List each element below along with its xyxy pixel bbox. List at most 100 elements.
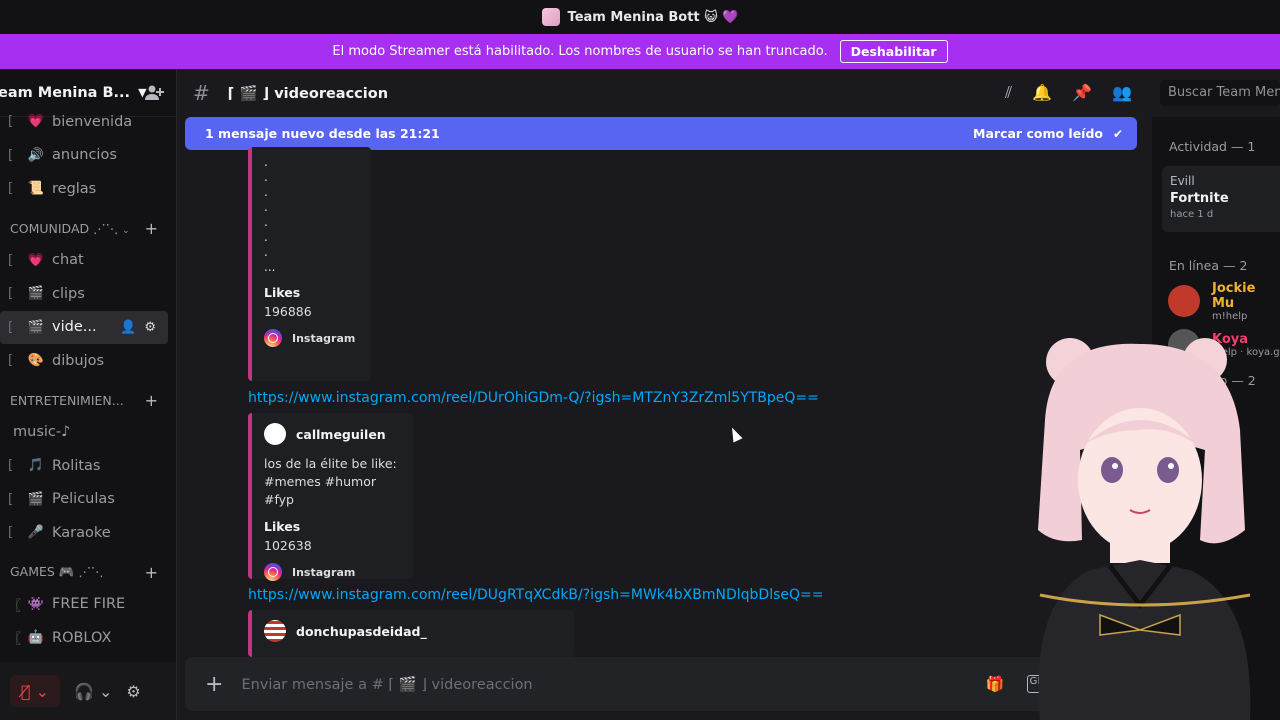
- channel-label: Rolitas: [52, 457, 101, 474]
- add-member-icon[interactable]: [144, 83, 164, 103]
- channel-reglas[interactable]: [📜 reglas: [0, 172, 176, 206]
- likes-value: 102638: [264, 538, 312, 553]
- channel-label: music-♪: [13, 424, 71, 441]
- channel-videoreaccion[interactable]: [🎬 vide... 👤 ⚙: [0, 310, 168, 344]
- chat-area: # ⌈ 🎬 ⌋ videoreaccion ⫽ 🔔 📌 👥 1 mensaje …: [176, 69, 1152, 720]
- channel-label: anuncios: [52, 147, 117, 164]
- channel-label: bienvenida: [52, 113, 133, 130]
- channel-clips[interactable]: [🎬 clips: [0, 277, 176, 311]
- add-channel-icon[interactable]: +: [145, 391, 158, 410]
- clapper-icon: 🎬: [27, 286, 45, 302]
- avatar: [264, 423, 286, 445]
- member-row[interactable]: Jockie Mu m!help: [1152, 279, 1280, 323]
- channel-music[interactable]: music-♪: [0, 416, 176, 450]
- headphones-icon[interactable]: 🎧 ⌄: [74, 682, 112, 701]
- channel-label: clips: [52, 285, 85, 302]
- channel-dibujos[interactable]: [🎨 dibujos: [0, 344, 176, 378]
- disable-streamer-button[interactable]: Deshabilitar: [839, 40, 948, 63]
- channel-peliculas[interactable]: [🎬 Peliculas: [0, 483, 176, 517]
- online-header: En línea — 2: [1169, 258, 1248, 273]
- channel-label: FREE FIRE: [52, 596, 126, 613]
- channel-rolitas[interactable]: [🎵 Rolitas: [0, 449, 176, 483]
- bell-icon[interactable]: 🔔: [1032, 83, 1052, 103]
- gif-icon[interactable]: GIF: [1026, 675, 1049, 693]
- message-input[interactable]: Enviar mensaje a # ⌈ 🎬 ⌋ videoreaccion: [241, 676, 532, 693]
- gear-icon[interactable]: ⚙: [144, 320, 156, 335]
- channel-roblox[interactable]: 〖 🤖 ROBLOX: [0, 621, 176, 655]
- channel-label: vide...: [52, 319, 97, 336]
- embed-footer: Instagram: [264, 329, 359, 347]
- channel-free-fire[interactable]: 〖 👾 FREE FIRE: [0, 588, 176, 622]
- gift-icon[interactable]: 🎁: [986, 675, 1005, 693]
- embed-footer: Instagram: [264, 563, 401, 581]
- instagram-icon: [264, 563, 282, 581]
- window-title: Team Menina Bott 😺 💜: [567, 9, 739, 25]
- chevron-down-icon: ⌄: [122, 225, 130, 236]
- instagram-link[interactable]: https://www.instagram.com/reel/DUrOhiGDm…: [248, 390, 819, 406]
- category-entretenimiento[interactable]: ENTRETENIMIEN... +: [0, 378, 176, 416]
- channel-label: ROBLOX: [52, 629, 112, 646]
- music-note-icon: 🎵: [27, 458, 45, 474]
- invite-icon[interactable]: 👤: [120, 320, 136, 335]
- avatar: [1168, 285, 1200, 317]
- heart-icon: 💗: [27, 114, 45, 130]
- activity-game: Fortnite: [1170, 191, 1229, 206]
- channel-sidebar: eam Menina B... ▼ [💗 bienvenida [🔊 anuncio…: [0, 69, 176, 720]
- server-name: eam Menina B...: [0, 84, 131, 101]
- likes-label: Likes: [264, 519, 301, 534]
- gear-icon[interactable]: ⚙: [126, 682, 140, 701]
- instagram-link[interactable]: https://www.instagram.com/reel/DUgRTqXCd…: [248, 587, 824, 603]
- add-channel-icon[interactable]: +: [145, 219, 158, 238]
- embed-description: ..........: [264, 155, 276, 274]
- message-composer[interactable]: + Enviar mensaje a # ⌈ 🎬 ⌋ videoreaccion…: [185, 657, 1145, 711]
- threads-icon[interactable]: ⫽: [1005, 83, 1012, 103]
- member-name: Koya: [1212, 332, 1249, 347]
- activity-user: Evill: [1170, 174, 1195, 188]
- mark-read-button[interactable]: Marcar como leído: [973, 126, 1103, 141]
- likes-value: 196886: [264, 304, 312, 319]
- pin-icon[interactable]: 📌: [1072, 83, 1092, 103]
- server-icon: [541, 8, 560, 26]
- speaker-icon: 🔊: [27, 147, 45, 163]
- scroll-icon: 📜: [27, 181, 45, 197]
- add-attachment-icon[interactable]: +: [205, 672, 223, 697]
- palette-icon: 🎨: [27, 353, 45, 369]
- likes-label: Likes: [264, 285, 301, 300]
- channel-chat[interactable]: [💗 chat: [0, 244, 176, 278]
- banner-text: El modo Streamer está habilitado. Los no…: [332, 44, 828, 59]
- header-toolbar: ⫽ 🔔 📌 👥: [1005, 83, 1152, 103]
- mic-muted-icon[interactable]: 🎙̸ ⌄: [10, 675, 60, 707]
- embed-description: los de la élite be like: #memes #humor #f…: [264, 456, 397, 507]
- channel-bienvenida[interactable]: [💗 bienvenida: [0, 105, 176, 139]
- category-comunidad[interactable]: COMUNIDAD ⋰⋱ ⌄ +: [0, 206, 176, 244]
- category-games[interactable]: GAMES 🎮 ⋰⋱ +: [0, 550, 176, 588]
- search-input[interactable]: Buscar Team Menin: [1160, 80, 1280, 106]
- channel-karaoke[interactable]: [🎤 Karaoke: [0, 516, 176, 550]
- member-name: Jockie Mu: [1212, 280, 1256, 311]
- channel-label: dibujos: [52, 352, 105, 369]
- clapper-icon: 🎬: [27, 319, 45, 335]
- channel-label: reglas: [52, 180, 97, 197]
- embed-author: callmeguilen: [264, 423, 401, 445]
- offline-header: onectado — 2: [1169, 373, 1256, 388]
- microphone-icon: 🎤: [27, 525, 45, 541]
- member-row[interactable]: Koya/help · koya.g: [1152, 323, 1280, 367]
- alien-icon: 👾: [27, 596, 45, 612]
- instagram-embed: callmeguilen los de la élite be like: #me…: [248, 413, 413, 581]
- clapper-icon: 🎬: [27, 491, 45, 507]
- avatar: [264, 620, 286, 642]
- new-messages-bar[interactable]: 1 mensaje nuevo desde las 21:21 Marcar c…: [185, 117, 1137, 150]
- window-titlebar: Team Menina Bott 😺 💜: [0, 0, 1280, 34]
- mark-read-icon: ✔: [1112, 126, 1123, 141]
- streamer-mode-banner: El modo Streamer está habilitado. Los no…: [0, 34, 1280, 69]
- channel-title: ⌈ 🎬 ⌋ videoreaccion: [227, 85, 389, 102]
- channel-anuncios[interactable]: [🔊 anuncios: [0, 139, 176, 173]
- add-channel-icon[interactable]: +: [145, 563, 158, 582]
- activity-card[interactable]: Evill Fortnite hace 1 d: [1162, 166, 1280, 232]
- activity-time: hace 1 d: [1170, 209, 1214, 220]
- members-icon[interactable]: 👥: [1112, 83, 1132, 103]
- channel-label: Peliculas: [52, 491, 115, 508]
- embed-author: donchupasdeidad_: [264, 620, 562, 642]
- robot-icon: 🤖: [27, 630, 45, 646]
- activity-header: Actividad — 1: [1169, 139, 1256, 154]
